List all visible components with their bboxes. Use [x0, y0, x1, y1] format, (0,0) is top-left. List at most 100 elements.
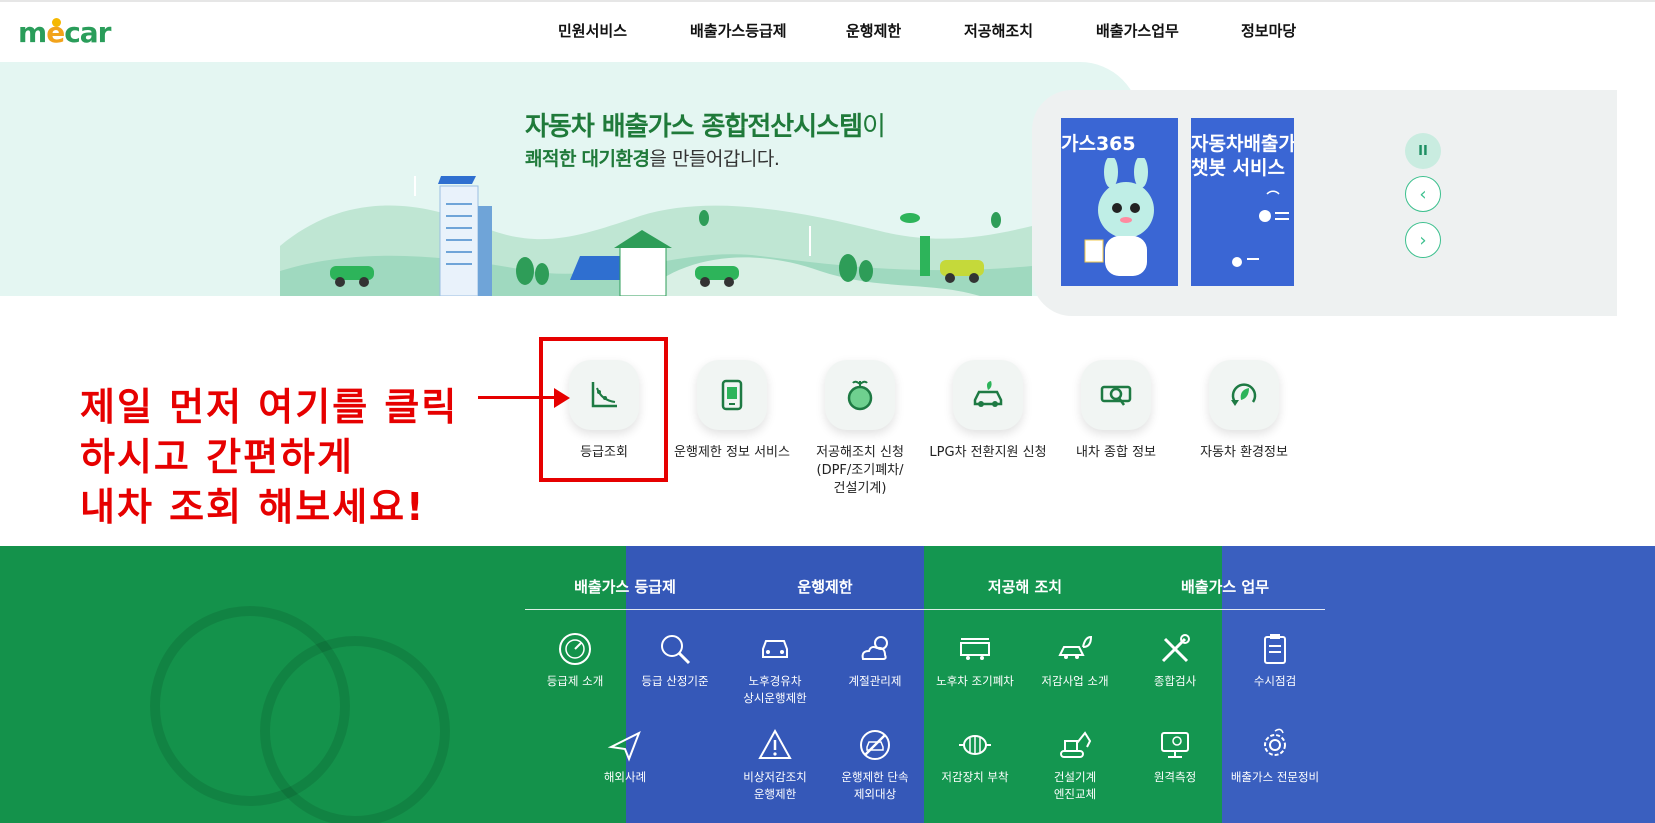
quick-menu-label: 자동차 환경정보: [1200, 445, 1288, 460]
excavator-icon: [1055, 727, 1095, 763]
hero-sub-tail: 을 만들어갑니다.: [649, 148, 780, 170]
tools-icon: [1155, 631, 1195, 667]
slider-prev-button[interactable]: ‹: [1405, 176, 1441, 212]
callout-line3: 내차 조회 해보세요!: [80, 485, 426, 529]
global-navigation: 민원서비스 배출가스등급제 운행제한 저공해조치 배출가스업무 정보마당: [0, 20, 1655, 46]
chatbot-icon: [1232, 190, 1289, 267]
menu-label: 노후차 조기폐차: [936, 674, 1014, 688]
monitor-icon: [1155, 727, 1195, 763]
leaf-car-icon: [1055, 631, 1095, 667]
menu-label: 계절관리제: [848, 674, 902, 688]
menu-label: 등급제 소개: [546, 674, 604, 688]
highlight-box: [539, 337, 668, 482]
menu-comprehensive-inspection[interactable]: 종합검사: [1120, 631, 1230, 690]
nav-item-low-emission[interactable]: 저공해조치: [964, 20, 1033, 41]
quick-menu-label: 저공해조치 신청 (DPF/조기폐차/ 건설기계): [816, 445, 904, 496]
menu-remote-sensing[interactable]: 원격측정: [1120, 727, 1230, 786]
nav-item-driving-restriction[interactable]: 운행제한: [846, 20, 901, 41]
airplane-icon: [605, 727, 645, 763]
top-border: [0, 0, 1655, 2]
callout-line1: 제일 먼저 여기를 클릭: [80, 385, 459, 429]
recycle-leaf-icon: [1209, 360, 1279, 430]
gauge-icon: [555, 631, 595, 667]
menu-seasonal-management[interactable]: 계절관리제: [820, 631, 930, 690]
menu-professional-maintenance[interactable]: 배출가스 전문정비: [1220, 727, 1330, 786]
menu-label: 비상저감조치 운행제한: [743, 770, 807, 801]
menu-early-scrapping[interactable]: 노후차 조기폐차: [920, 631, 1030, 690]
nav-item-civil-service[interactable]: 민원서비스: [558, 20, 627, 41]
callout-text: 제일 먼저 여기를 클릭 하시고 간편하게 내차 조회 해보세요!: [80, 382, 458, 532]
nav-item-emission-work[interactable]: 배출가스업무: [1096, 20, 1179, 41]
menu-label: 노후경유차 상시운행제한: [743, 674, 807, 705]
quick-menu-restriction-info[interactable]: 운행제한 정보 서비스: [668, 360, 796, 462]
hero-sub-bold2: 대기환경: [581, 148, 650, 170]
nav-item-info[interactable]: 정보마당: [1241, 20, 1296, 41]
earth-sprout-icon: [825, 360, 895, 430]
menu-label: 수시점검: [1253, 674, 1297, 688]
magnifier-card-icon: [1081, 360, 1151, 430]
menu-label: 배출가스 전문정비: [1230, 770, 1320, 784]
car-front-icon: [755, 631, 795, 667]
menu-label: 해외사례: [603, 770, 647, 784]
cloud-sun-icon: [855, 631, 895, 667]
quick-menu-my-car-info[interactable]: 내차 종합 정보: [1052, 360, 1180, 462]
menu-grade-criteria[interactable]: 등급 산정기준: [620, 631, 730, 690]
menu-engine-replacement[interactable]: 건설기계 엔진교체: [1020, 727, 1130, 803]
menu-label: 등급 산정기준: [641, 674, 709, 688]
hero-title: 자동차 배출가스 종합전산시스템이: [525, 106, 886, 143]
no-car-icon: [855, 727, 895, 763]
quick-menu-label: 내차 종합 정보: [1075, 445, 1157, 460]
category-menu-section: 배출가스 등급제 운행제한 저공해 조치 배출가스 업무 등급제 소개 등급 산…: [0, 546, 1655, 823]
gear-leaf-icon: [1255, 727, 1295, 763]
callout-arrow-head-icon: [554, 388, 570, 408]
rabbit-mascot-icon: [1084, 158, 1154, 276]
menu-label: 운행제한 단속 제외대상: [841, 770, 909, 801]
slide-card-emission365[interactable]: 가스365: [1061, 118, 1178, 286]
page: mecar 민원서비스 배출가스등급제 운행제한 저공해조치 배출가스업무 정보…: [0, 0, 1655, 823]
quick-menu-label: 운행제한 정보 서비스: [674, 445, 790, 460]
menu-grade-intro[interactable]: 등급제 소개: [520, 631, 630, 690]
warning-icon: [755, 727, 795, 763]
magnifier-icon: [655, 631, 695, 667]
callout-line2: 하시고 간편하게: [80, 435, 354, 479]
hero-landscape-illustration: [280, 176, 1032, 296]
menu-label: 저감사업 소개: [1041, 674, 1109, 688]
clipboard-icon: [1255, 631, 1295, 667]
slide-card-chatbot[interactable]: 자동차배출가 챗봇 서비스: [1191, 118, 1294, 286]
menu-enforcement-exclusion[interactable]: 운행제한 단속 제외대상: [820, 727, 930, 803]
category-driving-restriction[interactable]: 운행제한: [725, 576, 925, 597]
callout-arrow-line: [478, 396, 556, 399]
filter-device-icon: [955, 727, 995, 763]
tachometer-bg-icon: [260, 636, 450, 823]
hero-subtitle: 쾌적한 대기환경을 만들어갑니다.: [525, 144, 780, 171]
slider-pause-button[interactable]: II: [1405, 133, 1441, 169]
menu-old-diesel-restriction[interactable]: 노후경유차 상시운행제한: [720, 631, 830, 707]
slider-next-button[interactable]: ›: [1405, 222, 1441, 258]
menu-label: 종합검사: [1153, 674, 1197, 688]
category-divider: [525, 609, 1325, 610]
hero-title-tail: 이: [861, 112, 886, 142]
slide-card2-line1: 자동차배출가: [1191, 133, 1294, 155]
menu-label: 건설기계 엔진교체: [1053, 770, 1097, 801]
menu-emergency-reduction[interactable]: 비상저감조치 운행제한: [720, 727, 830, 803]
menu-reduction-device[interactable]: 저감장치 부착: [920, 727, 1030, 786]
tablet-icon: [697, 360, 767, 430]
category-emission-grade[interactable]: 배출가스 등급제: [525, 576, 725, 597]
eco-car-icon: [953, 360, 1023, 430]
category-emission-work[interactable]: 배출가스 업무: [1125, 576, 1325, 597]
quick-menu-low-emission-apply[interactable]: 저공해조치 신청 (DPF/조기폐차/ 건설기계): [796, 360, 924, 498]
menu-reduction-project[interactable]: 저감사업 소개: [1020, 631, 1130, 690]
hero-sub-bold1: 쾌적한: [525, 148, 576, 170]
menu-random-inspection[interactable]: 수시점검: [1220, 631, 1330, 690]
category-low-emission[interactable]: 저공해 조치: [925, 576, 1125, 597]
hero-title-main: 자동차 배출가스 종합전산시스템: [525, 112, 863, 142]
nav-item-emission-grade[interactable]: 배출가스등급제: [690, 20, 787, 41]
slide-card1-title: 가스365: [1061, 133, 1136, 155]
quick-menu-car-environment[interactable]: 자동차 환경정보: [1180, 360, 1308, 462]
menu-label: 저감장치 부착: [941, 770, 1009, 784]
slide-card2-line2: 챗봇 서비스: [1191, 157, 1286, 179]
quick-menu-lpg-conversion[interactable]: LPG차 전환지원 신청: [924, 360, 1052, 462]
slide-card2-title: 자동차배출가 챗봇 서비스: [1191, 132, 1294, 180]
crushed-car-icon: [955, 631, 995, 667]
menu-overseas-cases[interactable]: 해외사례: [570, 727, 680, 786]
